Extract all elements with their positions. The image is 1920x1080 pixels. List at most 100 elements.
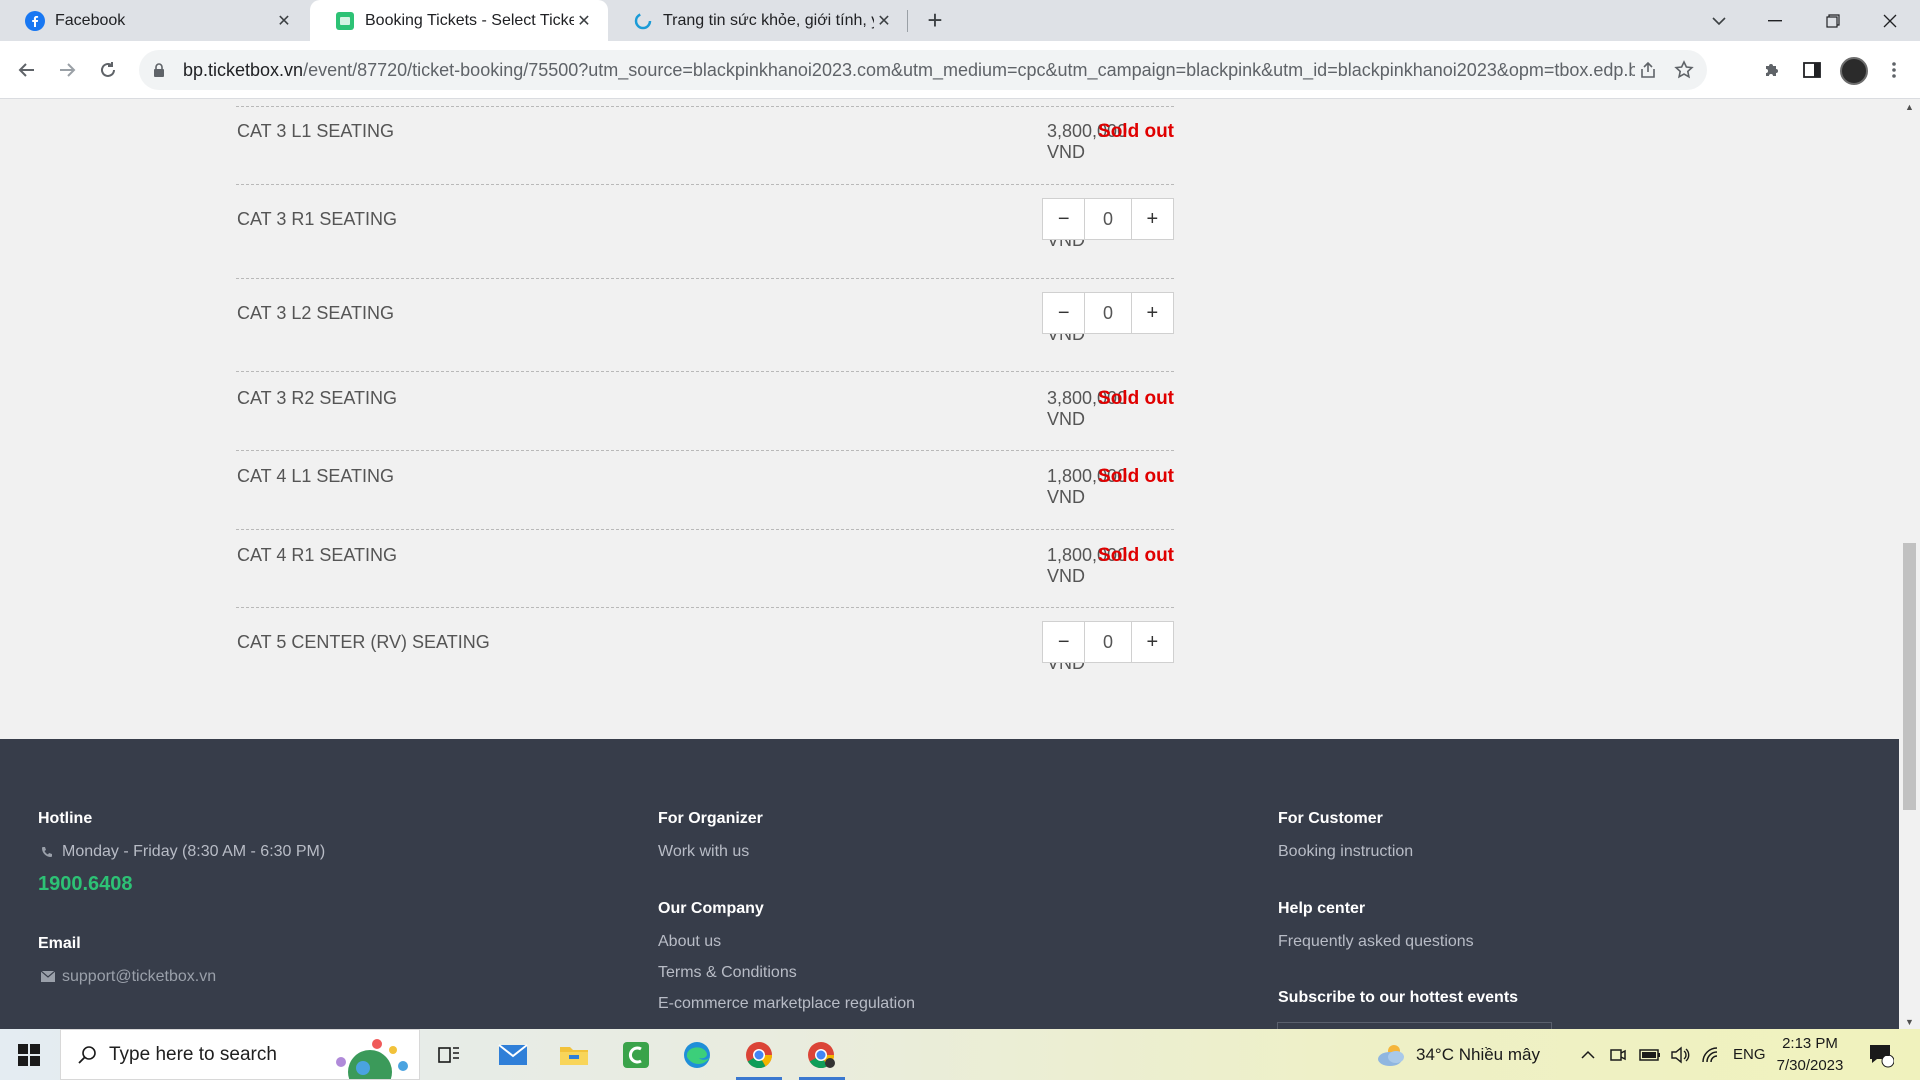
support-email-link[interactable]: support@ticketbox.vn	[62, 968, 216, 986]
phone-icon	[42, 847, 52, 857]
minimize-button[interactable]	[1747, 0, 1803, 41]
restore-button[interactable]	[1805, 0, 1861, 41]
bookmark-star-icon[interactable]	[1671, 57, 1697, 83]
weather-text: 34°C Nhiều mây	[1416, 1044, 1540, 1064]
search-highlight-icon	[336, 1039, 408, 1079]
side-panel-icon[interactable]	[1798, 56, 1826, 84]
tab-title: Booking Tickets - Select Tickets |	[365, 11, 574, 29]
close-tab-icon[interactable]: ✕	[574, 11, 594, 31]
arrow-left-icon	[18, 63, 34, 77]
profile-avatar[interactable]	[1840, 57, 1868, 85]
close-tab-icon[interactable]: ✕	[274, 11, 294, 31]
notification-center-button[interactable]: 2	[1868, 1029, 1894, 1080]
search-placeholder: Type here to search	[109, 1043, 277, 1065]
ticket-row: CAT 4 L1 SEATING 1,800,000 VND Sold out	[236, 450, 1174, 529]
clock-date: 7/30/2023	[1776, 1057, 1844, 1074]
chrome-profile-icon	[808, 1041, 835, 1068]
mail-app-button[interactable]	[484, 1029, 542, 1080]
terms-link[interactable]: Terms & Conditions	[658, 964, 797, 982]
address-bar[interactable]: bp.ticketbox.vn/event/87720/ticket-booki…	[139, 50, 1707, 90]
increase-button[interactable]: +	[1131, 199, 1174, 239]
increase-button[interactable]: +	[1131, 293, 1174, 333]
quantity-input[interactable]: 0	[1084, 622, 1132, 662]
weather-widget[interactable]: 34°C Nhiều mây	[1376, 1029, 1540, 1080]
windows-taskbar: Type here to search 34°C Nhiều mây ENG 2…	[0, 1029, 1920, 1080]
tab-title: Trang tin sức khỏe, giới tính, y tế	[663, 11, 874, 29]
chrome-app-button[interactable]	[730, 1029, 788, 1080]
forward-button[interactable]	[52, 55, 82, 85]
decrease-button[interactable]: −	[1043, 199, 1085, 239]
extensions-puzzle-icon[interactable]	[1758, 56, 1786, 84]
ticket-row: CAT 3 R2 SEATING 3,800,000 VND Sold out	[236, 371, 1174, 450]
tab-facebook[interactable]: Facebook ✕	[0, 0, 308, 41]
ticket-name: CAT 3 R1 SEATING	[237, 209, 398, 229]
start-button[interactable]	[0, 1029, 58, 1080]
ticket-name: CAT 4 L1 SEATING	[237, 466, 395, 486]
quantity-stepper: − 0 +	[1042, 621, 1174, 663]
hotline-number[interactable]: 1900.6408	[38, 873, 133, 896]
share-icon[interactable]	[1635, 57, 1661, 83]
task-view-icon	[438, 1046, 459, 1063]
quantity-input[interactable]: 0	[1084, 293, 1132, 333]
new-tab-button[interactable]: +	[921, 5, 949, 35]
mail-icon	[498, 1043, 528, 1065]
decrease-button[interactable]: −	[1043, 622, 1085, 662]
increase-button[interactable]: +	[1131, 622, 1174, 662]
language-indicator[interactable]: ENG	[1733, 1029, 1766, 1080]
decrease-button[interactable]: −	[1043, 293, 1085, 333]
tab-separator	[907, 10, 908, 32]
url-path: /event/87720/ticket-booking/75500?utm_so…	[303, 59, 1635, 80]
meet-now-icon[interactable]	[1609, 1029, 1627, 1080]
close-window-button[interactable]	[1862, 0, 1918, 41]
ticket-row: CAT 3 L1 SEATING 3,800,000 VND Sold out	[236, 106, 1174, 184]
lock-icon	[154, 63, 164, 77]
menu-kebab-icon[interactable]	[1880, 56, 1908, 84]
hotline-heading: Hotline	[38, 810, 93, 827]
tab-search-icon[interactable]	[1691, 0, 1747, 41]
booking-instruction-link[interactable]: Booking instruction	[1278, 843, 1413, 861]
tab-title: Facebook	[55, 11, 126, 29]
help-center-heading: Help center	[1278, 900, 1366, 917]
quantity-input[interactable]: 0	[1084, 199, 1132, 239]
ecommerce-regulation-link[interactable]: E-commerce marketplace regulation	[658, 995, 915, 1013]
close-tab-icon[interactable]: ✕	[874, 11, 894, 31]
ticket-name: CAT 3 L2 SEATING	[237, 303, 395, 323]
scroll-down-icon[interactable]: ▼	[1904, 1016, 1915, 1027]
chrome-profile-app-button[interactable]	[793, 1029, 851, 1080]
company-heading: Our Company	[658, 900, 764, 917]
back-button[interactable]	[12, 55, 42, 85]
page-scrollbar[interactable]: ▲ ▼	[1899, 99, 1920, 1029]
taskbar-search-box[interactable]: Type here to search	[60, 1029, 420, 1080]
task-view-button[interactable]	[420, 1029, 478, 1080]
facebook-icon	[25, 10, 45, 31]
ticket-row: CAT 3 L2 SEATING 3,800,000 VND − 0 +	[236, 278, 1174, 371]
folder-icon	[560, 1046, 588, 1065]
work-with-us-link[interactable]: Work with us	[658, 843, 749, 861]
ticket-row: CAT 3 R1 SEATING 3,800,000 VND − 0 +	[236, 184, 1174, 278]
tab-health-news[interactable]: Trang tin sức khỏe, giới tính, y tế ✕	[608, 0, 908, 41]
tab-booking-tickets[interactable]: Booking Tickets - Select Tickets | ✕	[310, 0, 608, 41]
faq-link[interactable]: Frequently asked questions	[1278, 933, 1474, 951]
subscribe-email-input[interactable]	[1277, 1022, 1552, 1029]
show-hidden-icons-button[interactable]	[1580, 1029, 1596, 1080]
volume-icon[interactable]	[1670, 1029, 1690, 1080]
camtasia-app-button[interactable]	[607, 1029, 665, 1080]
scroll-up-icon[interactable]: ▲	[1904, 101, 1915, 112]
taskbar-clock[interactable]: 2:13 PM 7/30/2023	[1770, 1033, 1850, 1077]
chevron-up-icon	[1581, 1050, 1595, 1059]
about-us-link[interactable]: About us	[658, 933, 721, 951]
hotline-hours: Monday - Friday (8:30 AM - 6:30 PM)	[62, 843, 326, 860]
battery-icon[interactable]	[1639, 1029, 1661, 1080]
edge-icon	[684, 1041, 710, 1068]
wifi-icon[interactable]	[1700, 1029, 1720, 1080]
reload-icon	[101, 62, 115, 77]
reload-button[interactable]	[93, 55, 123, 85]
ticket-name: CAT 3 L1 SEATING	[237, 121, 395, 141]
file-explorer-button[interactable]	[545, 1029, 603, 1080]
scrollbar-thumb[interactable]	[1903, 543, 1916, 810]
windows-logo-icon	[18, 1043, 40, 1066]
url-text[interactable]: bp.ticketbox.vn/event/87720/ticket-booki…	[183, 60, 1635, 81]
ticket-name: CAT 5 CENTER (RV) SEATING	[237, 632, 490, 652]
loading-icon	[634, 12, 652, 29]
edge-app-button[interactable]	[668, 1029, 726, 1080]
